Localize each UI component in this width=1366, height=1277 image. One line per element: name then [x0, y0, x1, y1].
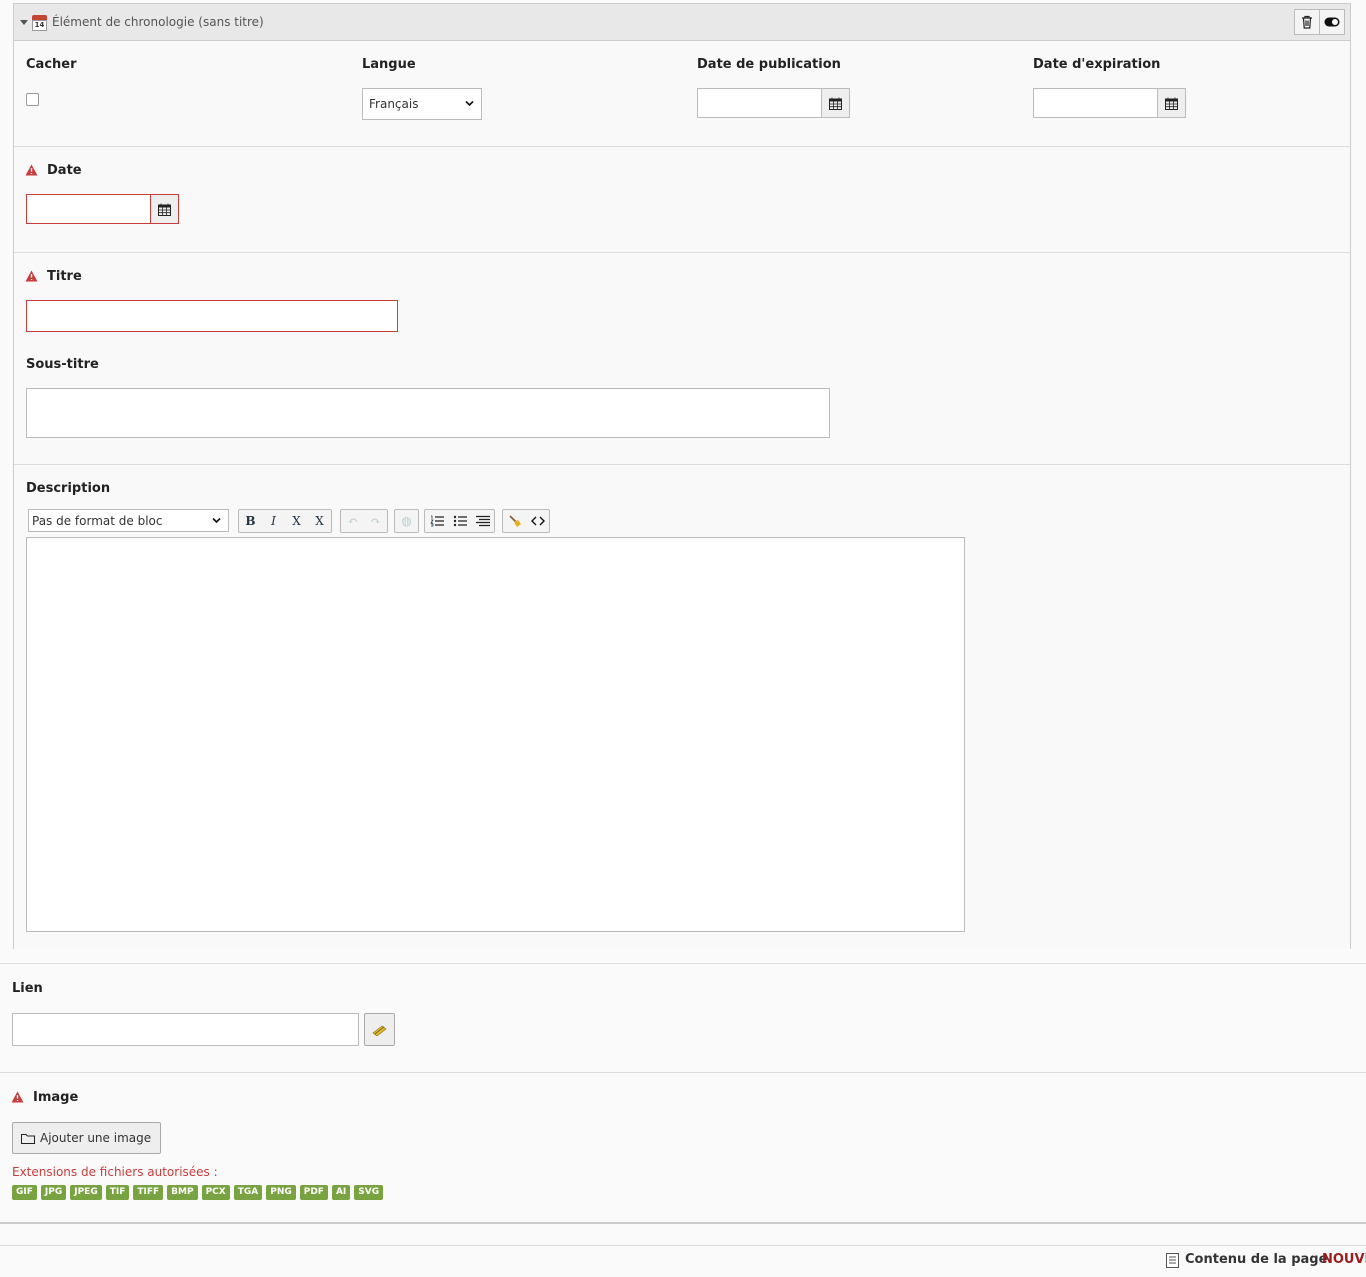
block-format-select[interactable]: Pas de format de bloc [28, 509, 229, 532]
publish-date-label: Date de publication [697, 57, 841, 72]
calendar-icon: 14 [32, 14, 47, 31]
expiry-date-input[interactable] [1033, 88, 1158, 118]
toggle-visibility-button[interactable] [1320, 9, 1345, 35]
bold-button[interactable]: B [239, 510, 262, 532]
expiry-date-picker-button[interactable] [1158, 88, 1186, 118]
page-content-value[interactable]: NOUVE [1322, 1252, 1366, 1267]
add-image-label: Ajouter une image [40, 1131, 152, 1145]
publish-date-picker-button[interactable] [822, 88, 850, 118]
extension-badge: TIFF [133, 1185, 164, 1200]
extension-badge: BMP [167, 1185, 198, 1200]
image-label: Image [33, 1090, 79, 1105]
expiry-date-label: Date d'expiration [1033, 57, 1161, 72]
trash-icon [1302, 15, 1312, 29]
extension-badge: SVG [354, 1185, 384, 1200]
title-input[interactable] [26, 300, 398, 332]
superscript-button[interactable]: X [308, 510, 331, 532]
divider [0, 963, 1366, 964]
divider [14, 146, 1350, 147]
panel-header[interactable]: 14 Élément de chronologie (sans titre) [14, 4, 1350, 41]
link-input[interactable] [12, 1013, 359, 1046]
extension-badge: PNG [266, 1185, 296, 1200]
redo-button[interactable]: ↷ [364, 510, 387, 532]
subtitle-label: Sous-titre [26, 357, 99, 372]
divider [14, 464, 1350, 465]
warning-icon [25, 270, 38, 282]
warning-icon [25, 164, 38, 176]
warning-icon [11, 1091, 24, 1103]
expiry-date-field [1033, 88, 1186, 118]
subtitle-input[interactable] [26, 388, 830, 438]
page-content-label: Contenu de la page [1185, 1252, 1328, 1267]
language-value: Français [369, 97, 419, 111]
allowed-extensions-label: Extensions de fichiers autorisées : [12, 1165, 218, 1179]
tools-button-group [502, 509, 550, 533]
link-label: Lien [12, 981, 43, 996]
toggle-icon [1324, 17, 1340, 27]
language-select[interactable]: Français [362, 88, 482, 120]
chevron-down-icon [465, 100, 474, 107]
date-field [26, 194, 179, 224]
description-editor[interactable] [26, 537, 965, 932]
list-button-group [424, 509, 495, 533]
chevron-down-icon [212, 517, 221, 523]
hide-checkbox[interactable] [26, 93, 39, 106]
extension-badge: PCX [201, 1185, 230, 1200]
publish-date-field [697, 88, 850, 118]
ordered-list-icon[interactable] [425, 510, 448, 532]
caret-down-icon[interactable] [20, 19, 28, 25]
undo-button[interactable]: ↶ [341, 510, 364, 532]
calendar-icon [1165, 97, 1178, 110]
calendar-icon [158, 203, 171, 216]
calendar-icon [829, 97, 842, 110]
divider [0, 1245, 1366, 1246]
date-label: Date [47, 163, 82, 178]
extension-badge: PDF [299, 1185, 328, 1200]
folder-icon [21, 1133, 35, 1144]
add-image-button[interactable]: Ajouter une image [12, 1122, 161, 1154]
extension-badge: JPG [40, 1185, 67, 1200]
extension-badge: TIF [105, 1185, 130, 1200]
hide-label: Cacher [26, 57, 77, 72]
block-format-value: Pas de format de bloc [32, 513, 163, 528]
publish-date-input[interactable] [697, 88, 822, 118]
description-label: Description [26, 481, 111, 496]
link-wizard-icon [372, 1025, 386, 1036]
date-picker-button[interactable] [151, 194, 179, 224]
extension-badge: TGA [233, 1185, 263, 1200]
date-input[interactable] [26, 194, 151, 224]
page-content-icon [1166, 1253, 1179, 1268]
divider [0, 1072, 1366, 1073]
link-browser-button[interactable] [364, 1013, 395, 1046]
italic-button[interactable]: I [262, 510, 285, 532]
definition-list-icon[interactable] [471, 510, 494, 532]
divider [0, 1222, 1366, 1224]
extension-badge: AI [331, 1185, 351, 1200]
panel-title: Élément de chronologie (sans titre) [52, 15, 264, 29]
extension-badge: JPEG [70, 1185, 102, 1200]
globe-icon[interactable]: ◍ [395, 510, 418, 532]
clean-format-icon[interactable] [503, 510, 526, 532]
language-label: Langue [362, 57, 416, 72]
subscript-button[interactable]: X [285, 510, 308, 532]
delete-button[interactable] [1294, 9, 1320, 35]
bulleted-list-icon[interactable] [448, 510, 471, 532]
format-button-group: B I X X [238, 509, 332, 533]
divider [14, 252, 1350, 253]
title-label: Titre [47, 269, 82, 284]
source-code-icon[interactable] [526, 510, 549, 532]
link-button-group: ◍ [394, 509, 419, 533]
history-button-group: ↶ ↷ [340, 509, 388, 533]
extensions-list: GIF JPG JPEG TIF TIFF BMP PCX TGA PNG PD… [12, 1185, 387, 1200]
extension-badge: GIF [12, 1185, 37, 1200]
